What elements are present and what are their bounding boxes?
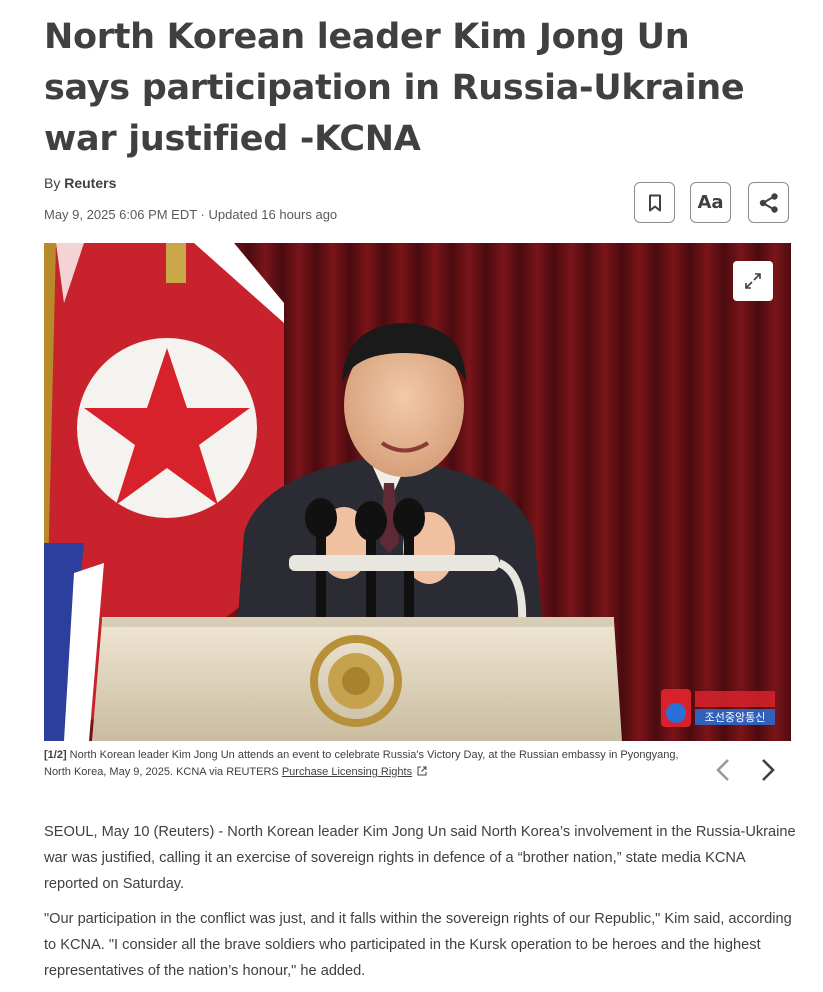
article-paragraph: SEOUL, May 10 (Reuters) - North Korean l… bbox=[44, 824, 796, 892]
expand-icon bbox=[745, 273, 761, 289]
text-size-button[interactable]: Aa bbox=[690, 182, 731, 223]
lead-photo[interactable]: 조선중앙통신 bbox=[44, 243, 791, 741]
gallery-next-button[interactable] bbox=[753, 755, 783, 785]
chevron-right-icon bbox=[762, 759, 775, 781]
author-link[interactable]: Reuters bbox=[64, 175, 116, 191]
photo-caption: [1/2] North Korean leader Kim Jong Un at… bbox=[44, 747, 684, 781]
share-icon bbox=[759, 192, 778, 213]
bookmark-icon bbox=[648, 194, 661, 211]
byline-prefix: By bbox=[44, 175, 65, 191]
article-headline: North Korean leader Kim Jong Un says par… bbox=[44, 17, 745, 159]
photo-illustration bbox=[44, 243, 791, 741]
article-dateline: May 9, 2025 6:06 PM EDT · Updated 16 hou… bbox=[44, 207, 338, 222]
expand-image-button[interactable] bbox=[733, 261, 773, 301]
article-page: North Korean leader Kim Jong Un says par… bbox=[0, 0, 823, 992]
gallery-prev-button[interactable] bbox=[708, 755, 738, 785]
watermark-text: 조선중앙통신 bbox=[705, 711, 766, 724]
external-link-icon bbox=[417, 766, 427, 776]
gallery-counter: [1/2] bbox=[44, 749, 67, 761]
chevron-left-icon bbox=[716, 759, 729, 781]
bookmark-button[interactable] bbox=[634, 182, 675, 223]
article-paragraph: "Our participation in the conflict was j… bbox=[44, 911, 792, 979]
share-button[interactable] bbox=[748, 182, 789, 223]
text-size-label: Aa bbox=[697, 192, 724, 213]
purchase-licensing-link[interactable]: Purchase Licensing Rights bbox=[282, 766, 412, 778]
byline: By Reuters bbox=[44, 175, 116, 191]
kcna-watermark-logo: 조선중앙통신 bbox=[661, 689, 775, 727]
